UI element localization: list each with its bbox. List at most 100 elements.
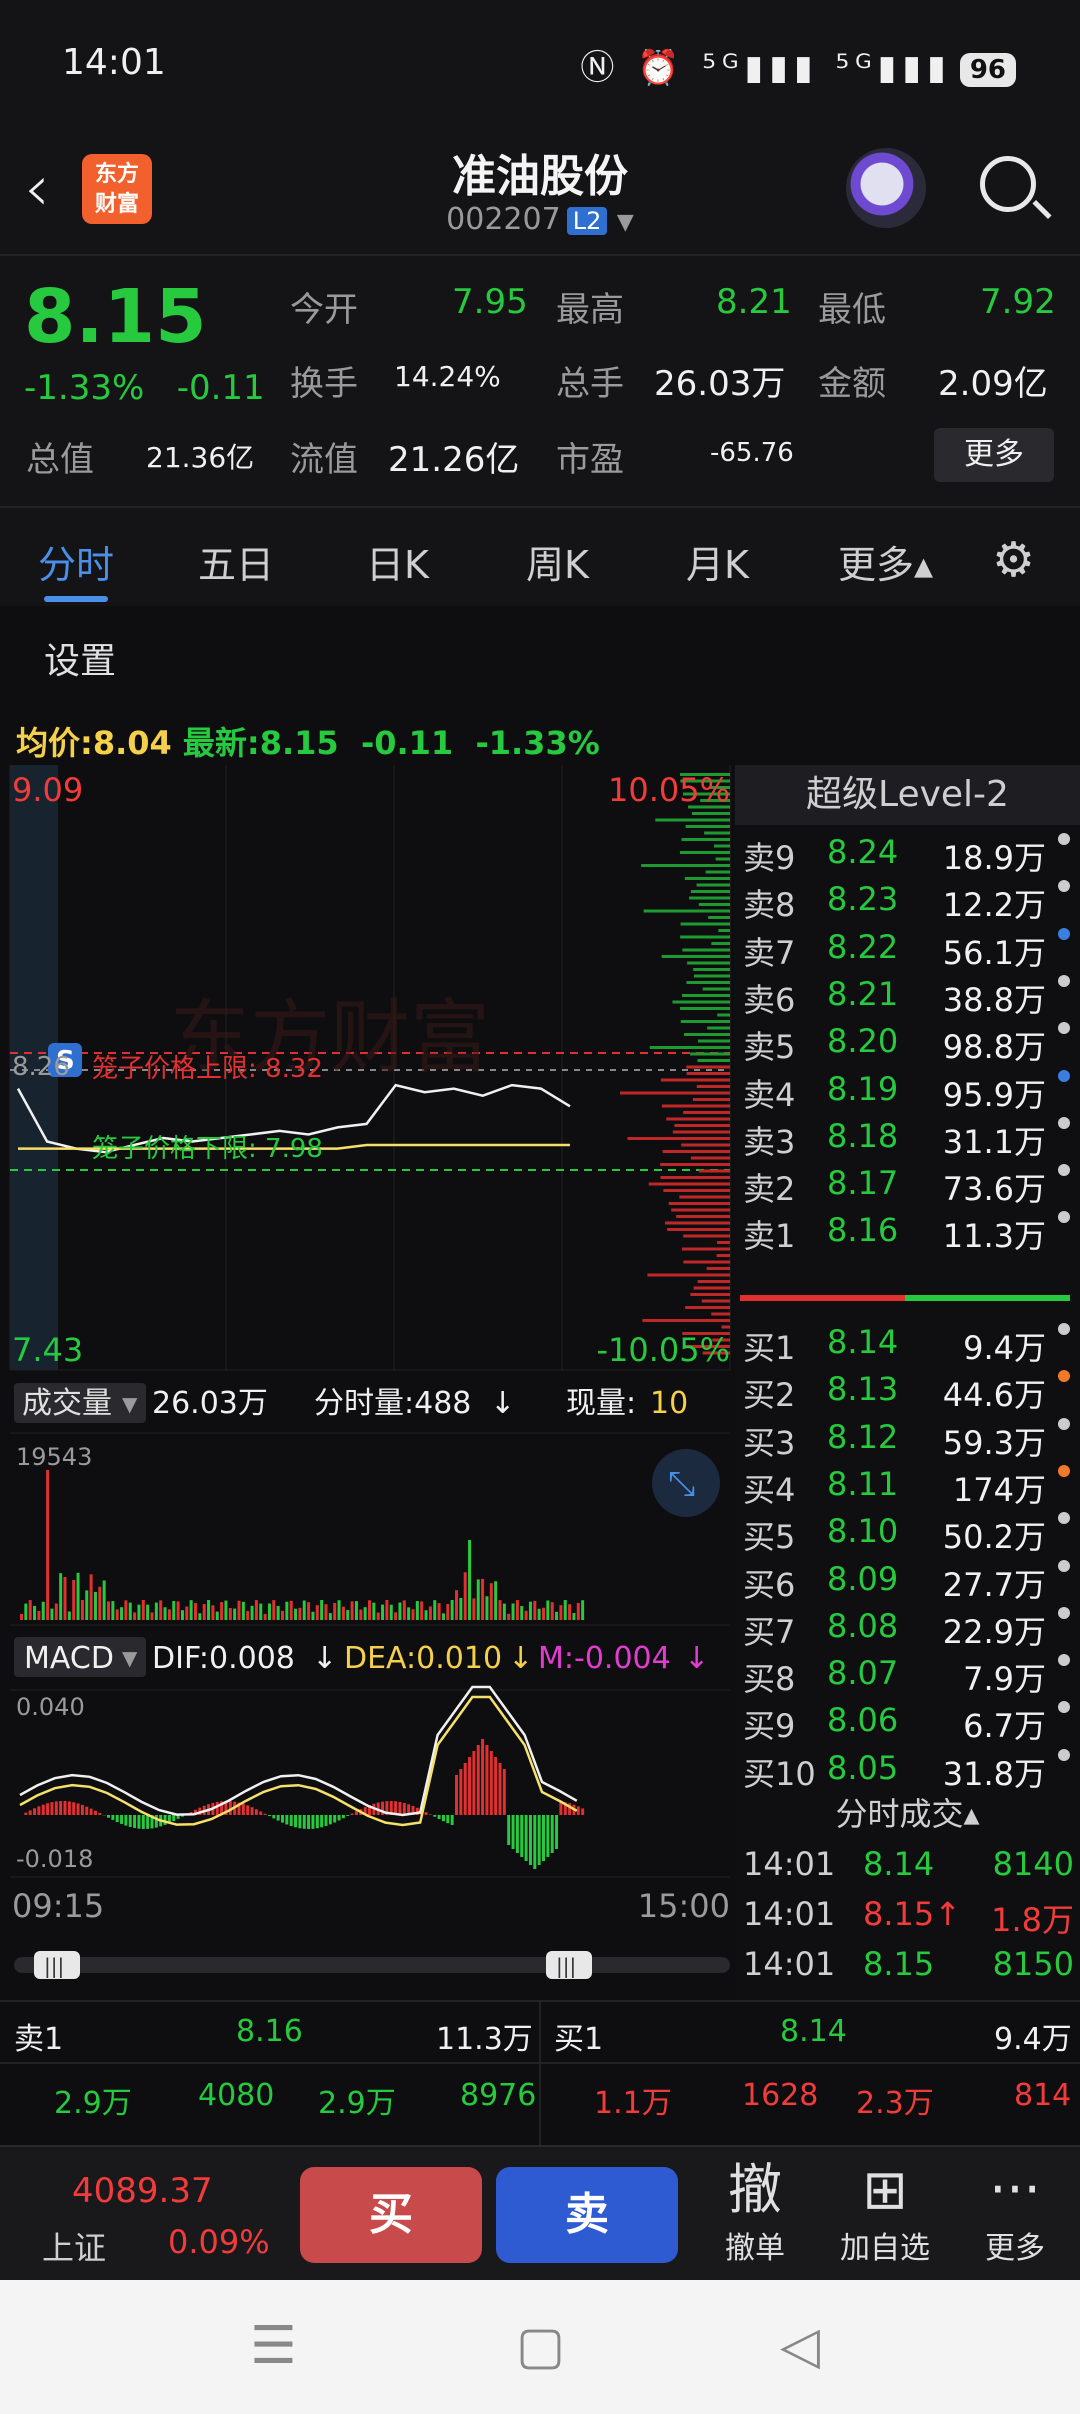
- volume-bar: [98, 1586, 102, 1620]
- ticks-header[interactable]: 分时成交▴: [735, 1789, 1080, 1835]
- tab-monthly-k[interactable]: 月K: [686, 534, 749, 589]
- macd-bar: [337, 1815, 341, 1821]
- buy-row[interactable]: 买10 8.05 31.8万: [735, 1743, 1080, 1793]
- tab-intraday[interactable]: 分时: [38, 534, 114, 589]
- volume-bar: [502, 1603, 506, 1620]
- assistant-robot-icon[interactable]: [846, 148, 926, 228]
- sell-level-label: 卖7: [743, 933, 796, 972]
- macd-bar: [298, 1815, 302, 1829]
- sell1-label: 卖1: [14, 2022, 64, 2057]
- volume-bar: [354, 1601, 358, 1620]
- now-volume-label: 现量:: [566, 1386, 636, 1421]
- buy-level-label: 买5: [743, 1518, 796, 1557]
- pe-value[interactable]: -65.76: [710, 438, 794, 468]
- high-value: 8.21: [716, 282, 792, 322]
- macd-bar: [141, 1815, 145, 1829]
- sell-dot-icon: [1058, 1116, 1070, 1129]
- volume-bar: [320, 1600, 324, 1620]
- depth-bar: [690, 890, 730, 893]
- buy-button[interactable]: 买: [300, 2167, 482, 2263]
- settings-link[interactable]: 设置: [44, 632, 116, 684]
- sell-volume: 56.1万: [942, 933, 1046, 972]
- sell-row[interactable]: 卖5 8.20 98.8万: [735, 1016, 1080, 1066]
- volume-bar: [485, 1596, 489, 1620]
- sell-level-label: 卖6: [743, 980, 796, 1019]
- macd-bar: [294, 1815, 298, 1828]
- macd-bar: [28, 1810, 32, 1815]
- gear-icon[interactable]: ⚙: [992, 532, 1035, 588]
- sell-row[interactable]: 卖9 8.24 18.9万: [735, 827, 1080, 877]
- macd-bar: [463, 1763, 467, 1815]
- sell-row[interactable]: 卖2 8.17 73.6万: [735, 1158, 1080, 1208]
- depth-bar: [672, 1130, 730, 1134]
- depth-bar: [642, 1319, 730, 1322]
- sell-price: 8.17: [827, 1164, 899, 1203]
- index-value[interactable]: 4089.37: [72, 2171, 213, 2211]
- buy-row[interactable]: 买1 8.14 9.4万: [735, 1317, 1080, 1367]
- left-cell-1: 2.9万: [54, 2086, 132, 2121]
- sell-row[interactable]: 卖8 8.23 12.2万: [735, 874, 1080, 924]
- back-triangle-icon[interactable]: ◁: [780, 2316, 820, 2376]
- tab-more[interactable]: 更多▴: [838, 534, 933, 589]
- macd-bar: [59, 1801, 63, 1815]
- menu-icon[interactable]: ☰: [250, 2316, 297, 2376]
- macd-bar: [346, 1815, 350, 1816]
- sell-row[interactable]: 卖1 8.16 11.3万: [735, 1205, 1080, 1255]
- depth-bar: [696, 883, 730, 887]
- search-icon[interactable]: [980, 156, 1036, 212]
- macd-bar: [459, 1769, 463, 1815]
- cancel-order-button[interactable]: 撤 撤单: [700, 2157, 810, 2267]
- index-name[interactable]: 上证: [42, 2223, 106, 2269]
- macd-bar: [402, 1802, 406, 1815]
- volume-bar: [72, 1579, 76, 1620]
- now-volume-value: 10: [650, 1386, 688, 1421]
- buy-row[interactable]: 买2 8.13 44.6万: [735, 1364, 1080, 1414]
- sell-price: 8.20: [827, 1022, 899, 1061]
- volume-bar: [59, 1573, 63, 1620]
- turnover-value[interactable]: 14.24%: [394, 360, 501, 393]
- volume-bar: [202, 1604, 206, 1620]
- tick-volume: 分时量:488: [314, 1386, 471, 1421]
- sell-row[interactable]: 卖6 8.21 38.8万: [735, 969, 1080, 1019]
- depth-bar: [714, 844, 730, 848]
- buy-row[interactable]: 买6 8.09 27.7万: [735, 1554, 1080, 1604]
- macd-m: M:-0.004: [538, 1641, 671, 1676]
- sell-row[interactable]: 卖4 8.19 95.9万: [735, 1064, 1080, 1114]
- total-cap-value[interactable]: 21.36亿: [146, 436, 254, 476]
- buy-row[interactable]: 买3 8.12 59.3万: [735, 1412, 1080, 1462]
- macd-bar: [285, 1815, 289, 1825]
- buy-row[interactable]: 买8 8.07 7.9万: [735, 1648, 1080, 1698]
- buy-row[interactable]: 买7 8.08 22.9万: [735, 1601, 1080, 1651]
- volume-bar: [76, 1572, 80, 1620]
- home-square-icon[interactable]: ▢: [516, 2316, 565, 2376]
- buy-row[interactable]: 买9 8.06 6.7万: [735, 1695, 1080, 1745]
- more-dots-icon: ···: [989, 2158, 1041, 2221]
- sell-row[interactable]: 卖3 8.18 31.1万: [735, 1111, 1080, 1161]
- tab-five-day[interactable]: 五日: [198, 534, 274, 589]
- sell-button[interactable]: 卖: [496, 2167, 678, 2263]
- depth-bar: [682, 948, 730, 952]
- volume-bar: [194, 1603, 197, 1620]
- level2-header[interactable]: 超级Level-2: [735, 765, 1080, 825]
- volume-bar: [407, 1607, 411, 1620]
- sell-dot-icon: [1058, 1069, 1070, 1082]
- sell-row[interactable]: 卖7 8.22 56.1万: [735, 922, 1080, 972]
- buy-volume: 27.7万: [942, 1565, 1046, 1604]
- sell-price: 8.23: [827, 880, 899, 919]
- more-quote-button[interactable]: 更多: [934, 428, 1054, 482]
- depth-bar: [667, 1228, 730, 1231]
- buy-row[interactable]: 买5 8.10 50.2万: [735, 1506, 1080, 1556]
- tab-weekly-k[interactable]: 周K: [526, 534, 589, 589]
- add-watchlist-button[interactable]: ⊞ 加自选: [830, 2157, 940, 2267]
- sell-price: 8.21: [827, 974, 899, 1013]
- tab-daily-k[interactable]: 日K: [366, 534, 429, 589]
- more-actions-button[interactable]: ··· 更多: [960, 2157, 1070, 2267]
- tick-row: 14:01 8.15↑ 1.8万: [735, 1889, 1080, 1939]
- macd-bar: [302, 1815, 306, 1829]
- intraday-chart[interactable]: 东方财富 S 笼子价格上限: 8.32 笼子价格下限: 7.98 8.26 9.…: [0, 765, 735, 2000]
- buy-dot-icon: [1058, 1417, 1070, 1430]
- buy-row[interactable]: 买4 8.11 174万: [735, 1459, 1080, 1509]
- index-pct[interactable]: 0.09%: [168, 2223, 270, 2261]
- depth-summary-table: 卖1 8.16 11.3万 买1 8.14 9.4万 2.9万 4080 2.9…: [0, 2000, 1080, 2147]
- volume-bar: [494, 1581, 498, 1620]
